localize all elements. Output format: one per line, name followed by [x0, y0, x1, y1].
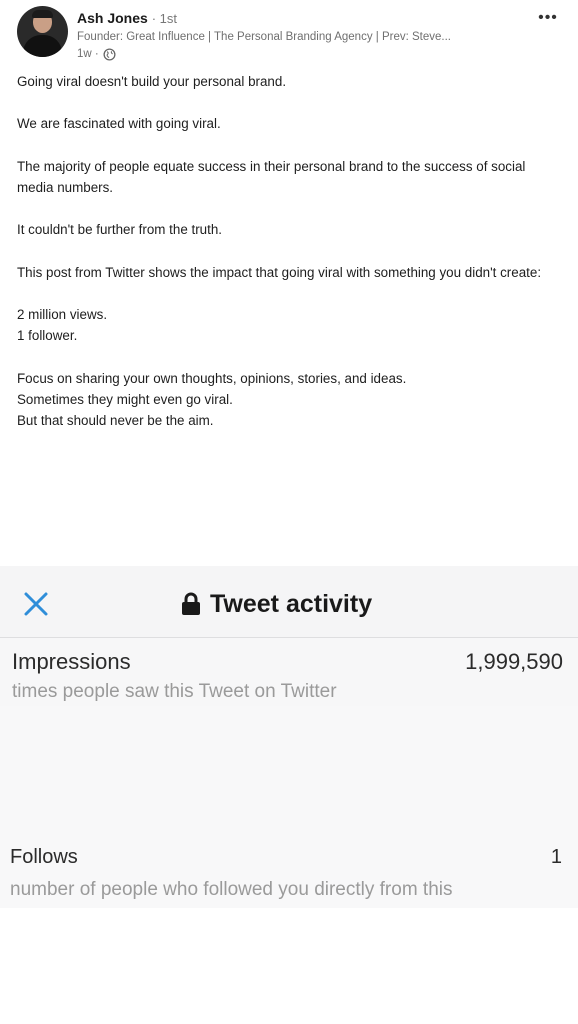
tweet-activity-title-row: Tweet activity — [180, 588, 372, 620]
avatar[interactable] — [17, 6, 68, 57]
close-icon[interactable] — [22, 590, 50, 618]
post-paragraph: 1 follower. — [17, 328, 78, 344]
globe-icon — [103, 47, 116, 61]
impressions-description: times people saw this Tweet on Twitter — [12, 681, 337, 702]
post-header: Ash Jones · 1st Founder: Great Influence… — [0, 0, 578, 68]
tweet-activity-header: Tweet activity — [0, 566, 578, 638]
post-paragraph: Sometimes they might even go viral. — [17, 391, 233, 407]
post-paragraph: This post from Twitter shows the impact … — [17, 264, 542, 280]
follows-description: number of people who followed you direct… — [10, 879, 453, 900]
follows-label: Follows — [10, 846, 78, 868]
post-paragraph: Going viral doesn't build your personal … — [17, 74, 287, 89]
more-icon[interactable]: ••• — [533, 8, 563, 28]
post-paragraph: We are fascinated with going viral. — [17, 116, 221, 132]
author-line: Ash Jones · 1st — [77, 10, 177, 27]
bottom-blank-area — [0, 908, 578, 1024]
tweet-activity-screenshot: Tweet activity Impressions 1,999,590 tim… — [0, 566, 578, 1024]
author-headline: Founder: Great Influence | The Personal … — [77, 31, 451, 43]
follows-value: 1 — [550, 846, 562, 868]
post-paragraph: 2 million views. — [17, 307, 108, 323]
lock-icon — [182, 592, 200, 615]
post-meta: 1w · — [77, 47, 116, 61]
post-body: Going viral doesn't build your personal … — [17, 71, 565, 431]
post-paragraph: Focus on sharing your own thoughts, opin… — [17, 370, 407, 386]
post-time: 1w · — [77, 48, 99, 60]
tweet-activity-title: Tweet activity — [210, 589, 373, 618]
connection-degree: · 1st — [151, 11, 177, 26]
impressions-label: Impressions — [12, 649, 131, 674]
post-paragraph: The majority of people equate success in… — [17, 158, 526, 195]
post-paragraph: But that should never be the aim. — [17, 413, 214, 429]
post-paragraph: It couldn't be further from the truth. — [17, 222, 223, 238]
impressions-value: 1,999,590 — [465, 649, 563, 674]
author-name[interactable]: Ash Jones — [77, 10, 148, 26]
